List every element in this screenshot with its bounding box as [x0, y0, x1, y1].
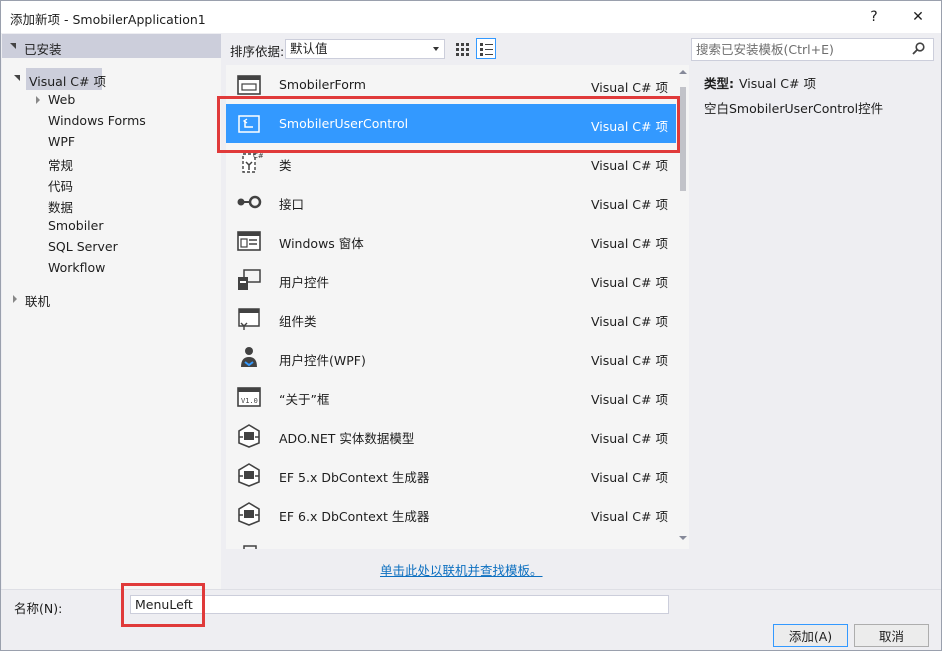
add-button[interactable]: 添加(A): [773, 624, 848, 647]
template-item-ef5-dbcontext[interactable]: EF 5.x DbContext 生成器 Visual C# 项: [226, 455, 676, 494]
template-name: “关于”框: [279, 392, 330, 407]
template-language: Visual C# 项: [591, 275, 668, 290]
user-control-icon: [238, 269, 261, 290]
template-name: SmobilerForm: [279, 77, 366, 92]
template-language: Visual C# 项: [591, 314, 668, 329]
entity-model-icon: [238, 424, 260, 448]
find-templates-online-link[interactable]: 单击此处以联机并查找模板。: [380, 560, 543, 579]
svg-text:C#: C#: [253, 152, 263, 160]
scroll-down-icon[interactable]: [679, 536, 687, 540]
tree-node-data[interactable]: 数据: [48, 197, 73, 216]
dbcontext-generator-icon: [238, 463, 260, 487]
windows-form-icon: [237, 231, 261, 251]
tree-node-windows-forms[interactable]: Windows Forms: [48, 113, 146, 128]
template-item-about-box[interactable]: V1.0 “关于”框 Visual C# 项: [226, 377, 676, 416]
grid-view-icon: [456, 42, 469, 56]
category-pane: 已安装 Visual C# 项 Web Windows Forms WPF 常规…: [2, 34, 221, 589]
window-title: 添加新项 - SmobilerApplication1: [10, 12, 206, 27]
expand-arrow-icon[interactable]: [36, 96, 40, 104]
template-item-ef6-dbcontext[interactable]: EF 6.x DbContext 生成器 Visual C# 项: [226, 494, 676, 533]
template-language: Visual C# 项: [591, 509, 668, 524]
template-item-partial[interactable]: [226, 533, 676, 549]
template-item-user-control[interactable]: 用户控件 Visual C# 项: [226, 260, 676, 299]
template-language: Visual C# 项: [591, 353, 668, 368]
medium-icons-view-button[interactable]: [452, 38, 472, 59]
list-view-icon: [480, 42, 493, 56]
template-language: Visual C# 项: [591, 470, 668, 485]
tree-node-online[interactable]: 联机: [25, 291, 50, 310]
template-language: Visual C# 项: [591, 392, 668, 407]
list-view-button[interactable]: [476, 38, 496, 59]
about-box-icon: V1.0: [237, 387, 261, 407]
help-button[interactable]: ?: [859, 4, 889, 30]
class-icon: C#: [242, 152, 263, 173]
template-name: 用户控件: [279, 275, 330, 290]
search-installed-templates[interactable]: 搜索已安装模板(Ctrl+E): [691, 38, 934, 61]
template-name: 类: [279, 158, 292, 173]
template-item-ado-entity-model[interactable]: ADO.NET 实体数据模型 Visual C# 项: [226, 416, 676, 455]
expand-arrow-icon[interactable]: [13, 295, 17, 303]
svg-text:V1.0: V1.0: [241, 397, 258, 405]
add-new-item-dialog: 添加新项 - SmobilerApplication1 ? ✕ 已安装 Visu…: [0, 0, 942, 651]
sort-dropdown[interactable]: 默认值: [285, 39, 445, 59]
template-name: EF 5.x DbContext 生成器: [279, 470, 430, 485]
title-bar: 添加新项 - SmobilerApplication1 ? ✕: [1, 1, 941, 33]
tree-node-sql-server[interactable]: SQL Server: [48, 239, 118, 254]
template-name: EF 6.x DbContext 生成器: [279, 509, 430, 524]
highlight-box-selected-template: [217, 96, 680, 153]
partial-template-icon: [243, 545, 257, 549]
template-item-user-control-wpf[interactable]: 用户控件(WPF) Visual C# 项: [226, 338, 676, 377]
name-field[interactable]: MenuLeft: [130, 595, 669, 614]
name-label: 名称(N):: [14, 601, 63, 616]
template-name: 组件类: [279, 314, 317, 329]
template-name: ADO.NET 实体数据模型: [279, 431, 415, 446]
close-button[interactable]: ✕: [903, 4, 933, 30]
template-language: Visual C# 项: [591, 80, 668, 95]
component-icon: [238, 308, 260, 330]
template-language: Visual C# 项: [591, 431, 668, 446]
tree-node-smobiler[interactable]: Smobiler: [48, 218, 103, 233]
template-item-interface[interactable]: 接口 Visual C# 项: [226, 182, 676, 221]
scroll-up-icon[interactable]: [679, 70, 687, 74]
scroll-thumb[interactable]: [680, 87, 686, 191]
template-language: Visual C# 项: [591, 236, 668, 251]
installed-header[interactable]: 已安装: [2, 34, 221, 58]
chevron-down-icon: [433, 47, 439, 51]
interface-icon: [237, 195, 262, 209]
sort-value: 默认值: [290, 41, 328, 56]
type-value: Visual C# 项: [739, 76, 816, 91]
template-item-component-class[interactable]: 组件类 Visual C# 项: [226, 299, 676, 338]
template-name: Windows 窗体: [279, 236, 364, 251]
tree-node-general[interactable]: 常规: [48, 155, 73, 174]
template-language: Visual C# 项: [591, 158, 668, 173]
template-name: 接口: [279, 197, 305, 212]
highlight-box-name-field: [121, 583, 205, 627]
template-language: Visual C# 项: [591, 197, 668, 212]
search-icon[interactable]: [911, 42, 927, 56]
template-name: 用户控件(WPF): [279, 353, 366, 368]
installed-label: 已安装: [24, 42, 62, 57]
tree-node-web[interactable]: Web: [48, 92, 75, 107]
tree-node-code[interactable]: 代码: [48, 176, 73, 195]
search-placeholder: 搜索已安装模板(Ctrl+E): [696, 42, 834, 57]
template-item-windows-form[interactable]: Windows 窗体 Visual C# 项: [226, 221, 676, 260]
tree-node-visual-csharp[interactable]: Visual C# 项: [29, 71, 106, 90]
sort-by-label: 排序依据:: [230, 44, 285, 59]
collapse-arrow-icon: [10, 43, 16, 49]
tree-node-wpf[interactable]: WPF: [48, 134, 75, 149]
dbcontext-generator-icon: [238, 502, 260, 526]
cancel-button[interactable]: 取消: [854, 624, 929, 647]
template-description: 空白SmobilerUserControl控件: [704, 101, 884, 116]
form-icon: [237, 75, 261, 95]
expand-arrow-icon[interactable]: [14, 75, 20, 81]
type-label: 类型:: [704, 76, 734, 91]
tree-node-workflow[interactable]: Workflow: [48, 260, 105, 275]
wpf-user-control-icon: [241, 347, 257, 367]
details-pane: 类型: Visual C# 项 空白SmobilerUserControl控件: [691, 65, 939, 585]
